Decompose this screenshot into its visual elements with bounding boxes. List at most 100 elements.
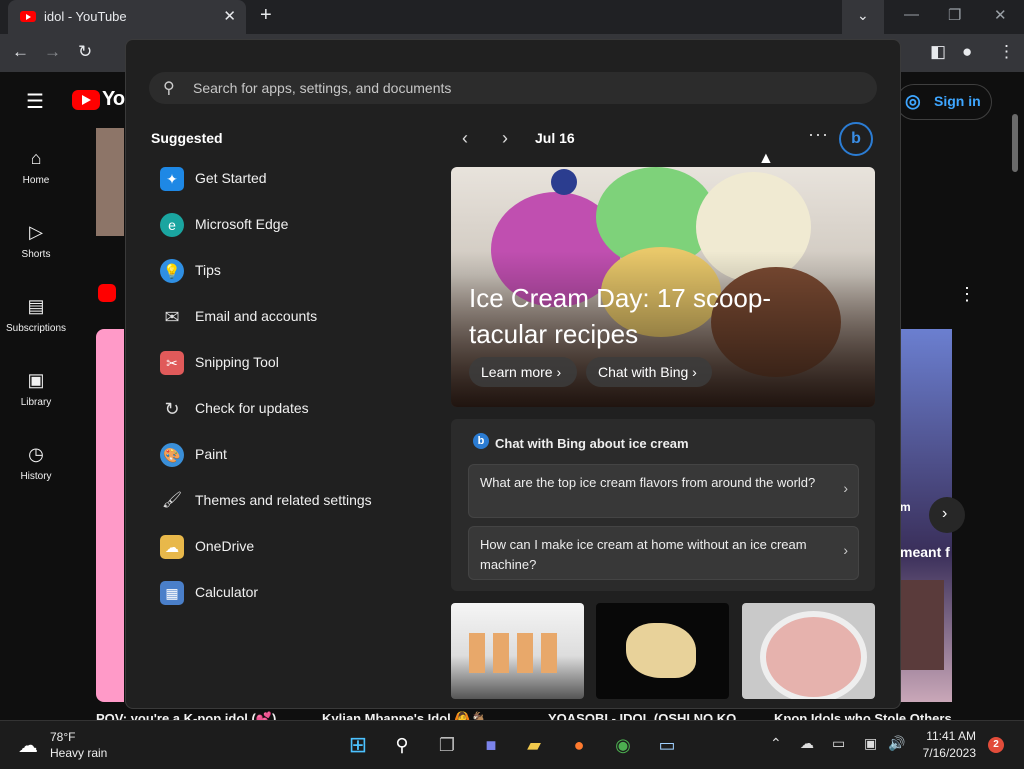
bing-icon[interactable]: b bbox=[839, 122, 873, 156]
chrome-menu-icon[interactable]: ⋮ bbox=[998, 42, 1015, 62]
firefox-icon[interactable]: ● bbox=[567, 733, 591, 757]
video-thumbnail[interactable] bbox=[96, 128, 124, 236]
browser-tab-bar: idol - YouTube ✕ + ⌄ — ❐ ✕ bbox=[0, 0, 1024, 34]
get-started-icon: ✦ bbox=[160, 167, 184, 191]
sidebar-item-shorts[interactable]: ▷ Shorts bbox=[0, 222, 72, 260]
mail-icon: ✉ bbox=[164, 307, 180, 327]
start-search-box[interactable]: ⚲ Search for apps, settings, and documen… bbox=[149, 72, 877, 104]
search-icon: ⚲ bbox=[163, 80, 175, 97]
hamburger-menu-icon[interactable]: ☰ bbox=[26, 89, 44, 114]
suggested-label: Microsoft Edge bbox=[195, 216, 289, 232]
edge-icon: e bbox=[160, 213, 184, 237]
forward-icon[interactable]: → bbox=[44, 42, 61, 62]
sidepanel-icon[interactable]: ◧ bbox=[930, 42, 946, 62]
chevron-right-icon: › bbox=[843, 542, 848, 558]
notification-badge[interactable]: 2 bbox=[988, 737, 1004, 753]
onedrive-icon: ☁ bbox=[160, 535, 184, 559]
chat-with-bing-button[interactable]: Chat with Bing › bbox=[586, 357, 712, 387]
more-options-icon[interactable]: ··· bbox=[808, 124, 829, 145]
brush-icon: 🖌 bbox=[161, 492, 183, 509]
tab-close-icon[interactable]: ✕ bbox=[223, 7, 236, 25]
tips-icon: 💡 bbox=[160, 259, 184, 283]
chat-with-bing-label: Chat with Bing › bbox=[598, 364, 697, 380]
sidebar-item-history[interactable]: ◷ History bbox=[0, 444, 72, 482]
thumbnail-caption: m bbox=[900, 500, 911, 514]
onedrive-tray-icon[interactable]: ☁ bbox=[800, 735, 814, 752]
show-hidden-icons-icon[interactable]: ⌃ bbox=[770, 735, 782, 752]
chevron-down-icon: ⌄ bbox=[857, 7, 869, 23]
suggested-label: Get Started bbox=[195, 170, 267, 186]
more-options-icon[interactable]: ⋮ bbox=[958, 284, 976, 305]
learn-more-label: Learn more › bbox=[481, 364, 562, 380]
ice-cream-spoon-tile[interactable] bbox=[596, 603, 729, 699]
chat-heading: Chat with Bing about ice cream bbox=[495, 436, 689, 451]
chevron-right-icon: › bbox=[942, 505, 948, 522]
suggested-label: Tips bbox=[195, 262, 221, 278]
browser-tab[interactable]: idol - YouTube ✕ bbox=[8, 0, 246, 34]
previous-day-icon[interactable]: ‹ bbox=[462, 128, 468, 149]
library-icon: ▣ bbox=[27, 370, 45, 390]
sign-in-button[interactable]: ◎ Sign in bbox=[896, 84, 992, 120]
youtube-logo-icon[interactable] bbox=[72, 90, 100, 110]
ice-cream-hero-card[interactable]: Ice Cream Day: 17 scoop-tacular recipes … bbox=[451, 167, 875, 407]
restore-icon[interactable]: ❐ bbox=[948, 6, 961, 24]
feed-date: Jul 16 bbox=[535, 130, 575, 146]
suggested-label: Themes and related settings bbox=[195, 492, 372, 508]
youtube-favicon-icon bbox=[20, 11, 36, 22]
sidebar-item-home[interactable]: ⌂ Home bbox=[0, 148, 72, 186]
suggested-heading: Suggested bbox=[151, 130, 223, 146]
ice-cream-bowl-tile[interactable] bbox=[742, 603, 875, 699]
suggested-label: OneDrive bbox=[195, 538, 255, 554]
sidebar-label: Subscriptions bbox=[5, 323, 67, 334]
bowl-image bbox=[760, 611, 867, 699]
shelf-next-button[interactable]: › bbox=[929, 497, 965, 533]
learn-more-button[interactable]: Learn more › bbox=[469, 357, 577, 387]
suggested-label: Check for updates bbox=[195, 400, 309, 416]
bing-chat-card: b Chat with Bing about ice cream What ar… bbox=[451, 419, 875, 591]
task-view-icon[interactable]: ❐ bbox=[435, 733, 459, 757]
sign-in-label: Sign in bbox=[934, 93, 981, 109]
sidebar-item-subscriptions[interactable]: ▤ Subscriptions bbox=[0, 296, 72, 334]
account-icon: ◎ bbox=[905, 91, 921, 111]
next-day-icon[interactable]: › bbox=[502, 128, 508, 149]
sidebar-label: Home bbox=[22, 175, 50, 186]
network-icon[interactable]: ▣ bbox=[864, 735, 877, 752]
close-window-icon[interactable]: ✕ bbox=[994, 6, 1007, 24]
file-explorer-icon[interactable]: ▰ bbox=[522, 733, 546, 757]
volume-icon[interactable]: 🔊 bbox=[888, 735, 905, 752]
start-menu: ⚲ Search for apps, settings, and documen… bbox=[125, 39, 901, 709]
chrome-icon[interactable]: ◉ bbox=[611, 733, 635, 757]
history-icon: ◷ bbox=[28, 444, 44, 464]
tab-search-button[interactable]: ⌄ bbox=[842, 0, 884, 34]
ice-cream-cones-tile[interactable] bbox=[451, 603, 584, 699]
clock-time[interactable]: 11:41 AM bbox=[922, 729, 976, 743]
bing-question-button[interactable]: What are the top ice cream flavors from … bbox=[468, 464, 859, 518]
clock-date[interactable]: 7/16/2023 bbox=[922, 746, 976, 760]
profile-icon[interactable]: ● bbox=[962, 42, 972, 62]
question-text: How can I make ice cream at home without… bbox=[480, 537, 807, 572]
search-icon[interactable]: ⚲ bbox=[390, 733, 414, 757]
shorts-logo-icon bbox=[98, 284, 116, 302]
new-tab-button[interactable]: + bbox=[260, 4, 272, 27]
chat-icon[interactable]: ■ bbox=[479, 733, 503, 757]
sidebar-item-library[interactable]: ▣ Library bbox=[0, 370, 72, 408]
bing-small-icon: b bbox=[473, 433, 489, 449]
search-placeholder: Search for apps, settings, and documents bbox=[193, 80, 452, 96]
update-icon: ↻ bbox=[164, 399, 180, 419]
back-icon[interactable]: ← bbox=[12, 42, 29, 62]
task-manager-icon[interactable]: ▭ bbox=[655, 733, 679, 757]
taskbar: ☁ 78°F Heavy rain ⊞ ⚲ ❐ ■ ▰ ● ◉ ▭ ⌃ ☁ ▭ … bbox=[0, 720, 1024, 769]
short-thumbnail[interactable] bbox=[96, 329, 124, 702]
keyboard-icon[interactable]: ▭ bbox=[832, 735, 845, 752]
weather-condition: Heavy rain bbox=[50, 746, 108, 760]
sidebar-label: History bbox=[20, 471, 52, 482]
weather-temperature: 78°F bbox=[50, 730, 76, 744]
suggested-label: Email and accounts bbox=[195, 308, 318, 324]
scrollbar-thumb[interactable] bbox=[1012, 114, 1018, 172]
start-windows-icon[interactable]: ⊞ bbox=[346, 733, 370, 757]
subscriptions-icon: ▤ bbox=[27, 296, 45, 316]
reload-icon[interactable]: ↻ bbox=[78, 42, 92, 62]
minimize-icon[interactable]: — bbox=[904, 6, 919, 23]
tab-title: idol - YouTube bbox=[44, 9, 127, 24]
bing-question-button[interactable]: How can I make ice cream at home without… bbox=[468, 526, 859, 580]
